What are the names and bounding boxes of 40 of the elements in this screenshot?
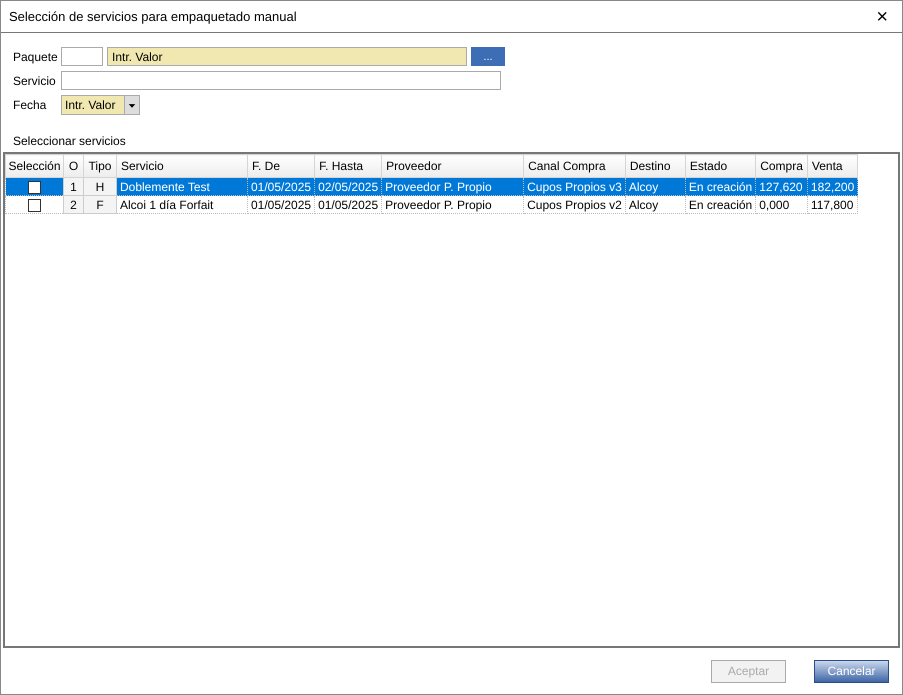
table-cell: Alcoi 1 día Forfait	[116, 196, 248, 214]
table-cell: Alcoy	[625, 196, 686, 214]
table-cell: 0,000	[756, 196, 808, 214]
window-title: Selección de servicios para empaquetado manual	[9, 9, 297, 24]
checkbox[interactable]	[28, 180, 41, 194]
table-cell: Proveedor P. Propio	[382, 196, 524, 214]
table-cell: H	[84, 178, 116, 196]
table-cell: 1	[64, 178, 84, 196]
field-label: Servicio	[13, 74, 57, 88]
column-header[interactable]: F. De	[248, 154, 315, 178]
section-label: Seleccionar servicios	[13, 134, 127, 148]
package-code-field[interactable]	[61, 47, 103, 66]
field-label: Paquete	[13, 50, 57, 64]
date-dropdown[interactable]: Intr. Valor	[61, 94, 140, 114]
service-field[interactable]	[61, 71, 501, 90]
field-label: Fecha	[13, 98, 48, 112]
column-header[interactable]: Canal Compra	[524, 154, 626, 178]
column-header[interactable]: F. Hasta	[314, 154, 382, 178]
table-cell: 117,800	[807, 196, 858, 214]
close-button[interactable]: ×	[872, 6, 892, 26]
column-header[interactable]: Destino	[625, 154, 686, 178]
browse-button[interactable]: ...	[471, 47, 505, 66]
column-header[interactable]: Selección	[6, 154, 64, 178]
column-header[interactable]: Estado	[685, 154, 756, 178]
checkbox[interactable]	[28, 198, 41, 212]
table-cell: F	[84, 196, 116, 214]
table-cell: En creación	[685, 196, 756, 214]
column-header[interactable]: Proveedor	[382, 154, 524, 178]
table-row[interactable]: 1 H Doblemente Test 01/05/2025 02/05/2025 Proveedor P. Propio Cupos Propios v3 Alcoy En creación 127,620 182,200	[6, 178, 858, 196]
table-cell: 01/05/2025	[248, 196, 315, 214]
column-header[interactable]: Compra	[756, 154, 808, 178]
column-header[interactable]: Venta	[807, 154, 858, 178]
table-cell: 01/05/2025	[314, 196, 382, 214]
table-cell: 2	[64, 196, 84, 214]
column-header[interactable]: Tipo	[84, 154, 116, 178]
column-header[interactable]: O	[64, 154, 84, 178]
table-cell: Cupos Propios v2	[524, 196, 626, 214]
table-row[interactable]: 2 F Alcoi 1 día Forfait 01/05/2025 01/05/2025 Proveedor P. Propio Cupos Propios v2 Alcoy En creación 0,000 117,800	[6, 196, 858, 214]
package-name-field[interactable]: Intr. Valor	[107, 47, 467, 66]
column-header[interactable]: Servicio	[116, 154, 248, 178]
